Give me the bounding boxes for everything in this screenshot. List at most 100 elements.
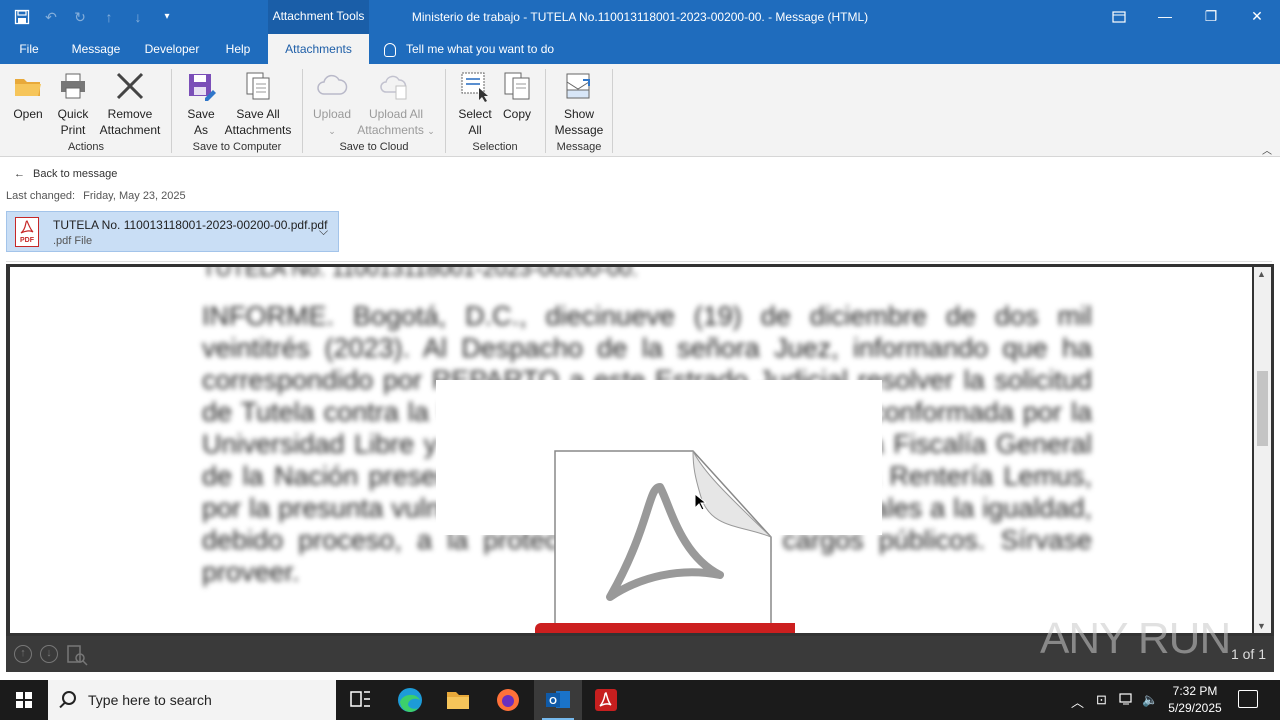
window-title: Ministerio de trabajo - TUTELA No.110013… <box>411 10 869 24</box>
device-icon[interactable]: ⊡ <box>1096 692 1107 708</box>
upload-label: Upload <box>312 107 352 121</box>
context-tab-attachment-tools: Attachment Tools <box>268 0 369 34</box>
scroll-down-icon[interactable]: ▼ <box>1257 621 1266 631</box>
close-button[interactable]: ✕ <box>1234 0 1280 34</box>
remove-attachment-button[interactable]: Remove Attachment <box>96 70 164 138</box>
folder-icon <box>12 70 44 102</box>
show-hidden-icons[interactable]: ︿ <box>1071 692 1084 711</box>
tab-developer[interactable]: Developer <box>138 34 206 64</box>
group-label-selection: Selection <box>472 141 518 153</box>
open-button[interactable]: Open <box>8 70 48 122</box>
acrobat-icon[interactable] <box>582 680 630 720</box>
mouse-cursor-icon <box>694 492 708 514</box>
file-explorer-icon[interactable] <box>434 680 482 720</box>
start-button[interactable] <box>0 680 48 720</box>
attachment-dropdown-icon[interactable]: ⌵ <box>319 224 328 239</box>
tab-attachments[interactable]: Attachments <box>268 34 369 64</box>
back-to-message-text: Back to message <box>33 168 118 180</box>
restore-button[interactable]: ❐ <box>1188 0 1234 34</box>
select-all-icon <box>459 70 491 102</box>
preview-header-line: TUTELA No. 110013118001-2023-00200-00. <box>202 267 638 281</box>
minimize-button[interactable]: — <box>1142 0 1188 34</box>
tell-me-search[interactable]: Tell me what you want to do <box>384 34 554 64</box>
save-as-icon <box>185 70 217 102</box>
envelope-icon <box>563 70 595 102</box>
collapse-ribbon-icon[interactable]: ︿ <box>1262 142 1272 157</box>
page-count: 1 of 1 <box>1230 646 1266 662</box>
notification-center-icon[interactable] <box>1238 690 1258 708</box>
back-to-message-link[interactable]: ← Back to message <box>14 168 117 180</box>
clock-date: 5/29/2025 <box>1168 701 1222 715</box>
system-clock[interactable]: 7:32 PM 5/29/2025 <box>1160 683 1230 717</box>
documents-icon <box>242 70 274 102</box>
firefox-icon[interactable] <box>484 680 532 720</box>
customize-toolbar-icon[interactable]: ▾ <box>159 9 175 25</box>
volume-icon[interactable]: 🔈 <box>1142 692 1158 708</box>
adobe-pdf-icon <box>525 447 803 633</box>
scroll-up-icon[interactable]: ▲ <box>1257 269 1266 279</box>
svg-text:O: O <box>549 696 557 707</box>
copy-button[interactable]: Copy <box>498 70 536 122</box>
save-as-label-2: As <box>193 123 208 137</box>
show-message-label-1: Show <box>563 107 595 121</box>
tab-help[interactable]: Help <box>216 34 260 64</box>
ribbon-display-options-button[interactable] <box>1096 0 1142 34</box>
preview-vertical-scrollbar[interactable]: ▲ ▼ <box>1254 267 1271 633</box>
pdf-icon-label: PDF <box>20 237 34 244</box>
group-separator <box>612 69 613 153</box>
back-arrow-icon: ← <box>14 168 25 180</box>
select-all-label-1: Select <box>458 107 492 121</box>
next-page-icon[interactable]: ↓ <box>40 645 58 663</box>
undo-icon[interactable]: ↶ <box>43 9 59 25</box>
network-icon[interactable] <box>1119 692 1135 709</box>
attachment-preview: TUTELA No. 110013118001-2023-00200-00. I… <box>6 264 1274 672</box>
outlook-icon[interactable]: O <box>534 680 582 720</box>
taskbar: Type here to search O ︿ ⊡ 🔈 7:32 PM 5/29… <box>0 680 1280 720</box>
edge-icon[interactable] <box>386 680 434 720</box>
upload-all-label-1: Upload All <box>368 107 424 121</box>
show-message-label-2: Message <box>554 123 604 137</box>
attachment-item[interactable]: PDF TUTELA No. 110013118001-2023-00200-0… <box>6 211 339 252</box>
group-separator <box>171 69 172 153</box>
upload-all-label-2: Attachments <box>357 123 424 137</box>
tab-message[interactable]: Message <box>64 34 128 64</box>
pdf-file-icon: PDF <box>15 217 39 247</box>
taskbar-search[interactable]: Type here to search <box>48 680 336 720</box>
show-message-button[interactable]: Show Message <box>552 70 606 138</box>
save-as-button[interactable]: Save As <box>182 70 220 138</box>
save-icon[interactable] <box>14 9 30 25</box>
find-in-page-icon[interactable] <box>66 644 88 669</box>
scrollbar-thumb[interactable] <box>1257 371 1268 446</box>
previous-item-icon[interactable]: ↑ <box>101 9 117 25</box>
printer-icon <box>57 70 89 102</box>
quick-print-label-1: Quick <box>57 107 89 121</box>
lightbulb-icon <box>384 42 396 57</box>
ribbon-tabs: File Message Developer Help Attachments … <box>0 34 1280 64</box>
tab-file[interactable]: File <box>10 34 48 64</box>
select-all-label-2: All <box>468 123 482 137</box>
group-label-save-to-cloud: Save to Cloud <box>339 141 409 153</box>
upload-button[interactable]: Upload ⌄ <box>310 70 354 139</box>
remove-label-1: Remove <box>107 107 153 121</box>
save-all-label-2: Attachments <box>224 123 292 137</box>
copy-label: Copy <box>502 107 531 121</box>
select-all-button[interactable]: Select All <box>454 70 496 138</box>
last-changed-label: Last changed: <box>6 190 76 202</box>
save-as-label-1: Save <box>187 107 215 121</box>
task-view-icon[interactable] <box>336 680 384 720</box>
cloud-icon <box>316 70 348 102</box>
group-separator <box>545 69 546 153</box>
save-all-attachments-button[interactable]: Save All Attachments <box>222 70 294 138</box>
last-changed: Last changed: Friday, May 23, 2025 <box>6 190 186 202</box>
attachment-filename: TUTELA No. 110013118001-2023-00200-00.pd… <box>53 218 328 232</box>
attachment-filetype: .pdf File <box>53 235 93 247</box>
search-icon <box>62 691 76 705</box>
redo-icon[interactable]: ↻ <box>72 9 88 25</box>
next-item-icon[interactable]: ↓ <box>130 9 146 25</box>
previous-page-icon[interactable]: ↑ <box>14 645 32 663</box>
group-label-actions: Actions <box>67 141 105 153</box>
upload-all-attachments-button[interactable]: Upload All Attachments ⌄ <box>354 70 438 139</box>
cloud-documents-icon <box>380 70 412 102</box>
save-all-label-1: Save All <box>236 107 280 121</box>
quick-print-button[interactable]: Quick Print <box>52 70 94 138</box>
